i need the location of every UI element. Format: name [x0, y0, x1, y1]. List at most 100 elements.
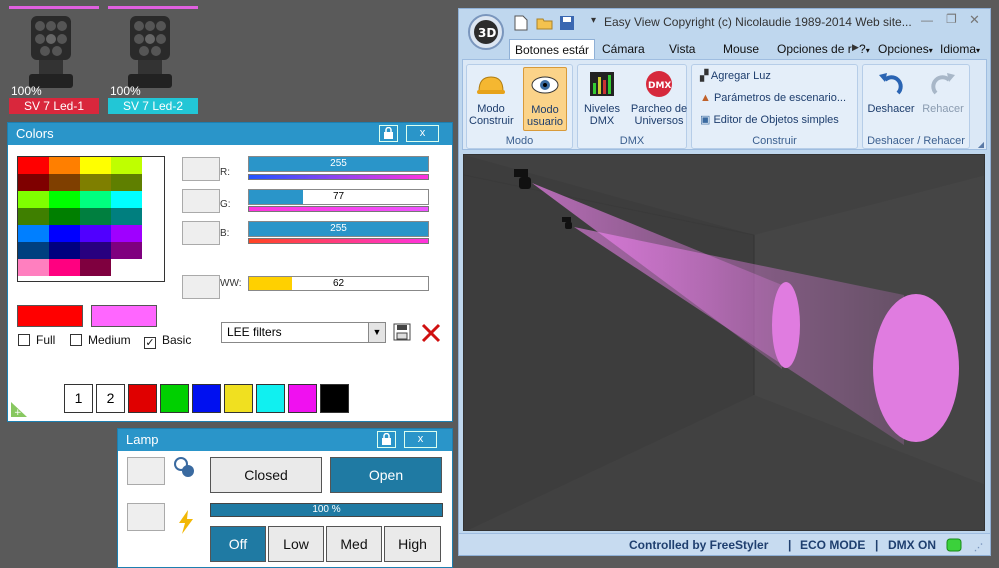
- palette-cell[interactable]: [111, 191, 142, 208]
- lamp-high-button[interactable]: High: [384, 526, 441, 562]
- full-checkbox[interactable]: Full: [18, 333, 55, 347]
- shutter-button[interactable]: [127, 457, 165, 485]
- palette-cell[interactable]: [49, 191, 80, 208]
- lamp-button[interactable]: [127, 503, 165, 531]
- tab-opciones-render[interactable]: Opciones de r: [777, 39, 852, 59]
- delete-icon[interactable]: [420, 322, 442, 344]
- lamp-low-button[interactable]: Low: [268, 526, 324, 562]
- palette-cell[interactable]: [111, 225, 142, 242]
- palette-cell[interactable]: [111, 208, 142, 225]
- channel-blue-button[interactable]: [182, 221, 220, 245]
- tab-vista[interactable]: Vista: [669, 39, 695, 59]
- restore-icon[interactable]: ❐: [946, 12, 957, 26]
- quick-color-cyan[interactable]: [256, 384, 285, 413]
- modo-construir-button[interactable]: Modo Construir: [469, 67, 514, 131]
- quick-color-red[interactable]: [128, 384, 157, 413]
- checkmark-icon[interactable]: ✓: [144, 337, 156, 349]
- new-file-icon[interactable]: [514, 15, 528, 31]
- current-color-swatch[interactable]: [17, 305, 83, 327]
- palette-cell[interactable]: [49, 174, 80, 191]
- filter-select[interactable]: LEE filters ▼: [221, 322, 386, 343]
- palette-cell[interactable]: [18, 157, 49, 174]
- close-icon[interactable]: ✕: [969, 12, 980, 28]
- add-icon[interactable]: +: [9, 400, 29, 418]
- quick-access-menu-icon[interactable]: ▾: [591, 15, 596, 26]
- palette-cell[interactable]: [80, 174, 111, 191]
- deshacer-button[interactable]: Deshacer: [865, 67, 917, 131]
- tab-scroll-right-icon[interactable]: ▶: [852, 42, 859, 53]
- niveles-dmx-button[interactable]: Niveles DMX: [580, 67, 624, 131]
- quick-color-black[interactable]: [320, 384, 349, 413]
- medium-checkbox[interactable]: Medium: [70, 333, 131, 347]
- modo-usuario-button[interactable]: Modo usuario: [523, 67, 567, 131]
- tab-botones[interactable]: Botones estár: [509, 39, 596, 59]
- quick-slot-1[interactable]: 1: [64, 384, 93, 413]
- lock-button[interactable]: [379, 125, 398, 142]
- palette-cell[interactable]: [18, 225, 49, 242]
- lamp-off-button[interactable]: Off: [210, 526, 266, 562]
- palette-cell[interactable]: [18, 259, 49, 276]
- tab-camara[interactable]: Cámara: [602, 39, 645, 59]
- palette-cell[interactable]: [80, 208, 111, 225]
- 3d-scene[interactable]: [464, 155, 985, 531]
- close-button[interactable]: x: [406, 125, 439, 142]
- target-color-swatch[interactable]: [91, 305, 157, 327]
- palette-cell[interactable]: [49, 242, 80, 259]
- agregar-luz-button[interactable]: ▞ Agregar Luz: [700, 67, 771, 85]
- minimize-icon[interactable]: —: [921, 13, 933, 27]
- palette-cell[interactable]: [111, 174, 142, 191]
- palette-cell[interactable]: [111, 242, 142, 259]
- tab-mouse[interactable]: Mouse: [723, 39, 759, 59]
- lamp-intensity-bar[interactable]: 100 %: [210, 503, 443, 517]
- save-icon[interactable]: [559, 15, 575, 31]
- help-menu[interactable]: ?▾: [859, 39, 870, 59]
- quick-color-green[interactable]: [160, 384, 189, 413]
- shutter-closed-button[interactable]: Closed: [210, 457, 322, 493]
- palette-cell[interactable]: [18, 191, 49, 208]
- palette-cell[interactable]: [80, 259, 111, 276]
- options-menu[interactable]: Opciones▾: [878, 39, 933, 59]
- quick-color-blue[interactable]: [192, 384, 221, 413]
- palette-cell[interactable]: [111, 259, 142, 276]
- palette-cell[interactable]: [80, 242, 111, 259]
- basic-checkbox[interactable]: ✓ Basic: [144, 333, 191, 349]
- chevron-down-icon[interactable]: ▼: [368, 323, 385, 342]
- palette-cell[interactable]: [49, 225, 80, 242]
- resize-grip-icon[interactable]: ⋰: [974, 536, 983, 558]
- checkbox-box[interactable]: [18, 334, 30, 346]
- fixture-2[interactable]: 100% SV 7 Led-2: [108, 6, 198, 114]
- palette-cell[interactable]: [18, 174, 49, 191]
- green-slider[interactable]: 77: [248, 189, 429, 205]
- ribbon-expand-icon[interactable]: ◢: [978, 140, 984, 149]
- fixture-1[interactable]: 100% SV 7 Led-1: [9, 6, 99, 114]
- color-palette[interactable]: [17, 156, 165, 282]
- save-icon[interactable]: [393, 323, 411, 341]
- red-slider[interactable]: 255: [248, 156, 429, 172]
- language-menu[interactable]: Idioma▾: [940, 39, 980, 59]
- quick-color-yellow[interactable]: [224, 384, 253, 413]
- channel-red-button[interactable]: [182, 157, 220, 181]
- lamp-med-button[interactable]: Med: [326, 526, 382, 562]
- channel-green-button[interactable]: [182, 189, 220, 213]
- checkbox-box[interactable]: [70, 334, 82, 346]
- open-folder-icon[interactable]: [536, 15, 554, 31]
- parcheo-universos-button[interactable]: DMX Parcheo de Universos: [630, 67, 688, 131]
- editor-objetos-button[interactable]: ▣ Editor de Objetos simples: [700, 111, 839, 129]
- 3d-viewport[interactable]: [463, 154, 985, 531]
- quick-color-magenta[interactable]: [288, 384, 317, 413]
- palette-cell[interactable]: [18, 242, 49, 259]
- palette-cell[interactable]: [111, 157, 142, 174]
- app-3d-logo-icon[interactable]: 3D: [467, 13, 505, 51]
- palette-cell[interactable]: [49, 157, 80, 174]
- close-button[interactable]: x: [404, 431, 437, 448]
- palette-cell[interactable]: [49, 208, 80, 225]
- palette-cell[interactable]: [49, 259, 80, 276]
- channel-ww-button[interactable]: [182, 275, 220, 299]
- quick-slot-2[interactable]: 2: [96, 384, 125, 413]
- palette-cell[interactable]: [18, 208, 49, 225]
- palette-cell[interactable]: [80, 191, 111, 208]
- ww-slider[interactable]: 62: [248, 276, 429, 291]
- rehacer-button[interactable]: Rehacer: [917, 67, 969, 131]
- palette-cell[interactable]: [80, 157, 111, 174]
- palette-cell[interactable]: [80, 225, 111, 242]
